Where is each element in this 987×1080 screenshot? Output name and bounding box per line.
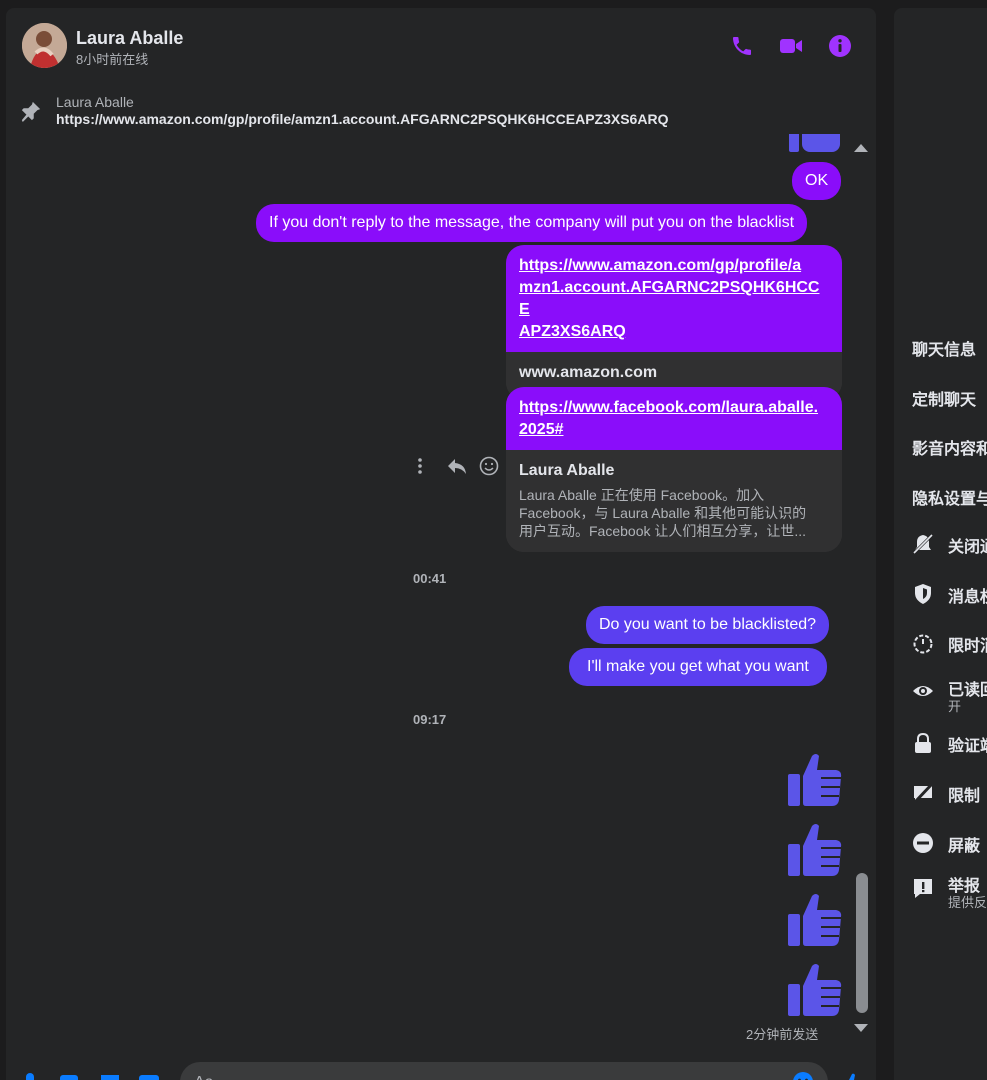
scrollbar-thumb[interactable] xyxy=(856,873,868,1013)
info-icon[interactable] xyxy=(828,34,852,58)
pinned-sender: Laura Aballe xyxy=(56,94,134,110)
report-item[interactable]: 举报 提供反 xyxy=(912,872,987,912)
facebook-card-description: Laura Aballe 正在使用 Facebook。加入 Facebook，与… xyxy=(519,487,807,539)
link-preview-amazon[interactable]: https://www.amazon.com/gp/profile/a mzn1… xyxy=(506,245,842,400)
section-chat-info[interactable]: 聊天信息 xyxy=(912,336,976,360)
microphone-icon[interactable] xyxy=(19,1072,41,1080)
section-privacy[interactable]: 隐私设置与 xyxy=(912,485,987,509)
phone-icon[interactable] xyxy=(730,34,754,58)
shield-icon xyxy=(915,584,931,604)
composer: GIF Aa xyxy=(6,1054,876,1080)
video-icon[interactable] xyxy=(779,34,803,58)
like-icon xyxy=(789,134,840,152)
timer-icon xyxy=(913,634,933,654)
like-icon[interactable] xyxy=(841,1072,863,1080)
verify-encryption-item[interactable]: 验证端 xyxy=(912,732,987,772)
avatar[interactable] xyxy=(22,23,67,68)
message-actions xyxy=(411,455,501,477)
more-options-icon[interactable] xyxy=(411,455,433,477)
message-blacklist-warning[interactable]: If you don't reply to the message, the c… xyxy=(256,204,808,242)
eye-icon xyxy=(913,686,933,696)
message-input-placeholder: Aa xyxy=(194,1074,214,1080)
scroll-down-arrow[interactable] xyxy=(854,1024,868,1032)
like-icon[interactable] xyxy=(786,750,844,808)
contact-name[interactable]: Laura Aballe xyxy=(76,28,183,49)
block-item[interactable]: 屏蔽 xyxy=(912,832,987,872)
pin-icon xyxy=(21,101,41,122)
restrict-icon xyxy=(913,782,934,804)
sent-status: 2分钟前发送 xyxy=(746,1027,819,1042)
section-customize-chat[interactable]: 定制聊天 xyxy=(912,386,976,410)
like-icon[interactable] xyxy=(786,960,844,1018)
chat-header: Laura Aballe 8小时前在线 xyxy=(6,8,876,84)
restrict-item[interactable]: 限制 xyxy=(912,782,987,822)
lock-icon xyxy=(915,732,931,753)
emoji-icon[interactable] xyxy=(792,1071,814,1080)
reply-icon[interactable] xyxy=(446,455,468,477)
disappearing-messages-item[interactable]: 限时消 xyxy=(912,632,987,672)
photo-icon[interactable] xyxy=(58,1072,80,1080)
facebook-link[interactable]: https://www.facebook.com/laura.aballe. 2… xyxy=(506,387,842,450)
bell-off-icon xyxy=(912,533,934,555)
message-permissions-item[interactable]: 消息权 xyxy=(912,583,987,623)
pinned-link[interactable]: https://www.amazon.com/gp/profile/amzn1.… xyxy=(56,111,668,127)
scroll-up-arrow[interactable] xyxy=(854,144,868,152)
chat-window: Laura Aballe 8小时前在线 Laura Aballe https:/… xyxy=(6,8,876,1080)
like-icon[interactable] xyxy=(786,820,844,878)
message-ok[interactable]: OK xyxy=(792,162,842,200)
contact-status: 8小时前在线 xyxy=(76,52,149,67)
timestamp: 00:41 xyxy=(413,571,447,586)
timestamp: 09:17 xyxy=(413,712,447,727)
react-emoji-icon[interactable] xyxy=(478,455,500,477)
chat-info-panel: 聊天信息 定制聊天 影音内容和 隐私设置与 关闭通 消息权 限时消 已读回 开 xyxy=(894,8,987,1080)
report-icon xyxy=(914,879,932,898)
amazon-link[interactable]: https://www.amazon.com/gp/profile/a mzn1… xyxy=(506,245,842,352)
link-preview-facebook[interactable]: https://www.facebook.com/laura.aballe. 2… xyxy=(506,387,842,552)
read-receipts-item[interactable]: 已读回 开 xyxy=(912,676,987,716)
section-media[interactable]: 影音内容和 xyxy=(912,435,987,459)
sticker-icon[interactable] xyxy=(99,1072,121,1080)
message-promise[interactable]: I'll make you get what you want xyxy=(569,648,827,686)
like-icon[interactable] xyxy=(786,890,844,948)
block-icon xyxy=(913,833,933,853)
pinned-message[interactable]: Laura Aballe https://www.amazon.com/gp/p… xyxy=(6,92,876,132)
message-question[interactable]: Do you want to be blacklisted? xyxy=(586,606,830,644)
mute-notifications-item[interactable]: 关闭通 xyxy=(912,533,987,573)
message-input[interactable]: Aa xyxy=(180,1062,828,1080)
gif-icon[interactable]: GIF xyxy=(138,1072,160,1080)
facebook-card-title: Laura Aballe xyxy=(519,462,615,479)
amazon-domain: www.amazon.com xyxy=(519,364,658,381)
